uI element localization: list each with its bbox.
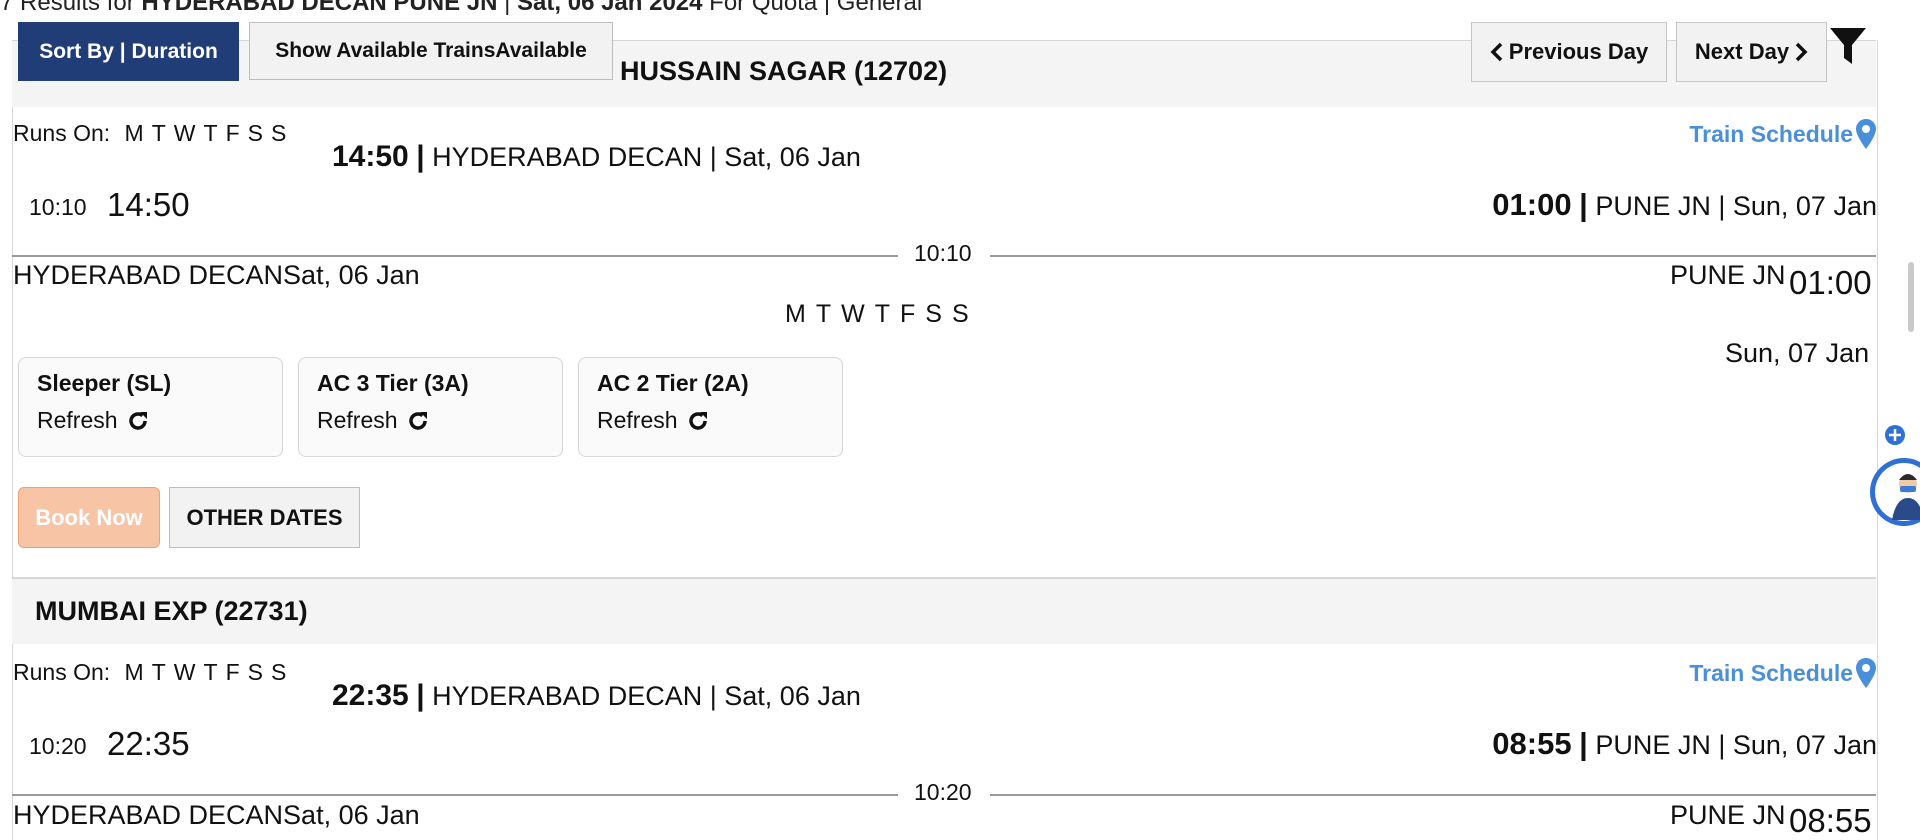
results-count: 7 <box>0 0 14 16</box>
train-name[interactable]: MUMBAI EXP (22731) <box>35 596 308 627</box>
runs-on: Runs On: MTWTFSS <box>13 120 287 146</box>
journey-duration: 10:10 <box>900 240 986 267</box>
results-prefix: Results for <box>20 0 135 16</box>
train-list <box>12 40 1878 840</box>
refresh-button[interactable]: Refresh <box>317 407 544 434</box>
location-pin-icon <box>1856 119 1876 149</box>
class-card-3a[interactable]: AC 3 Tier (3A) Refresh <box>298 357 563 457</box>
arrival-time: 01:00 <box>1789 264 1872 301</box>
assistant-avatar-icon[interactable] <box>1866 456 1920 528</box>
next-day-button[interactable]: Next Day <box>1676 22 1827 82</box>
sort-button[interactable]: Sort By | Duration <box>18 22 239 81</box>
scrollbar-thumb[interactable] <box>1908 262 1914 332</box>
day-sat: S <box>247 659 263 685</box>
results-header: 7 Results for HYDERABAD DECAN PUNE JN | … <box>0 0 922 17</box>
departure-time: 14:50 <box>107 186 190 223</box>
quota-label: For Quota <box>709 0 818 16</box>
journey-line <box>990 794 1876 796</box>
journey-duration: 10:20 <box>900 779 986 806</box>
journey-line <box>990 255 1876 257</box>
train-schedule-link[interactable]: Train Schedule <box>1689 118 1877 150</box>
show-available-button[interactable]: Show Available TrainsAvailable <box>249 22 613 80</box>
plus-icon[interactable] <box>1884 424 1906 446</box>
quota-value: General <box>836 0 923 16</box>
class-name: AC 2 Tier (2A) <box>597 370 749 396</box>
separator: | <box>504 0 511 16</box>
day-wed: W <box>173 120 196 146</box>
day-wed: W <box>173 659 196 685</box>
to-station: PUNE JN <box>1670 800 1786 830</box>
day-thu: T <box>203 120 218 146</box>
previous-day-button[interactable]: Previous Day <box>1471 22 1667 82</box>
departure-time: 22:35 <box>107 725 190 762</box>
class-card-sl[interactable]: Sleeper (SL) Refresh <box>18 357 283 457</box>
refresh-button[interactable]: Refresh <box>597 407 824 434</box>
other-dates-button[interactable]: OTHER DATES <box>169 487 360 548</box>
results-date: Sat, 06 Jan 2024 <box>517 0 703 16</box>
day-thu: T <box>203 659 218 685</box>
chevron-left-icon <box>1490 42 1503 62</box>
day-tue: T <box>151 659 166 685</box>
class-name: AC 3 Tier (3A) <box>317 370 469 396</box>
from-station: HYDERABAD DECANSat, 06 Jan <box>13 800 420 830</box>
departure-summary: 14:50 | HYDERABAD DECAN | Sat, 06 Jan <box>332 140 861 173</box>
day-sat: S <box>247 120 263 146</box>
running-days: MTWTFSS <box>785 300 969 328</box>
train-name[interactable]: HUSSAIN SAGAR (12702) <box>620 56 947 87</box>
day-sun: S <box>270 120 287 146</box>
arrival-date: Sun, 07 Jan <box>1725 338 1870 368</box>
location-pin-icon <box>1856 658 1876 688</box>
day-mon: M <box>124 659 144 685</box>
arrival-time: 08:55 <box>1789 802 1872 839</box>
train-schedule-link[interactable]: Train Schedule <box>1689 657 1877 689</box>
refresh-icon <box>408 411 427 430</box>
refresh-icon <box>688 411 707 430</box>
day-fri: F <box>225 659 240 685</box>
class-name: Sleeper (SL) <box>37 370 172 396</box>
arrival-summary: 01:00 | PUNE JN | Sun, 07 Jan <box>1492 187 1877 222</box>
journey-line <box>12 255 898 257</box>
refresh-button[interactable]: Refresh <box>37 407 264 434</box>
departure-summary: 22:35 | HYDERABAD DECAN | Sat, 06 Jan <box>332 679 861 712</box>
duration-small: 10:20 <box>29 733 87 759</box>
runs-on: Runs On: MTWTFSS <box>13 659 287 685</box>
class-card-2a[interactable]: AC 2 Tier (2A) Refresh <box>578 357 843 457</box>
journey-line <box>12 794 898 796</box>
day-tue: T <box>151 120 166 146</box>
day-mon: M <box>124 120 144 146</box>
duration-small: 10:10 <box>29 194 87 220</box>
results-route: HYDERABAD DECAN PUNE JN <box>141 0 498 16</box>
to-station: PUNE JN <box>1670 260 1786 290</box>
from-station: HYDERABAD DECANSat, 06 Jan <box>13 260 420 290</box>
book-now-button[interactable]: Book Now <box>18 487 160 548</box>
day-sun: S <box>270 659 287 685</box>
chevron-right-icon <box>1795 42 1808 62</box>
day-fri: F <box>225 120 240 146</box>
arrival-summary: 08:55 | PUNE JN | Sun, 07 Jan <box>1492 726 1877 761</box>
refresh-icon <box>128 411 147 430</box>
filter-icon[interactable] <box>1829 26 1867 66</box>
separator: | <box>823 0 831 16</box>
